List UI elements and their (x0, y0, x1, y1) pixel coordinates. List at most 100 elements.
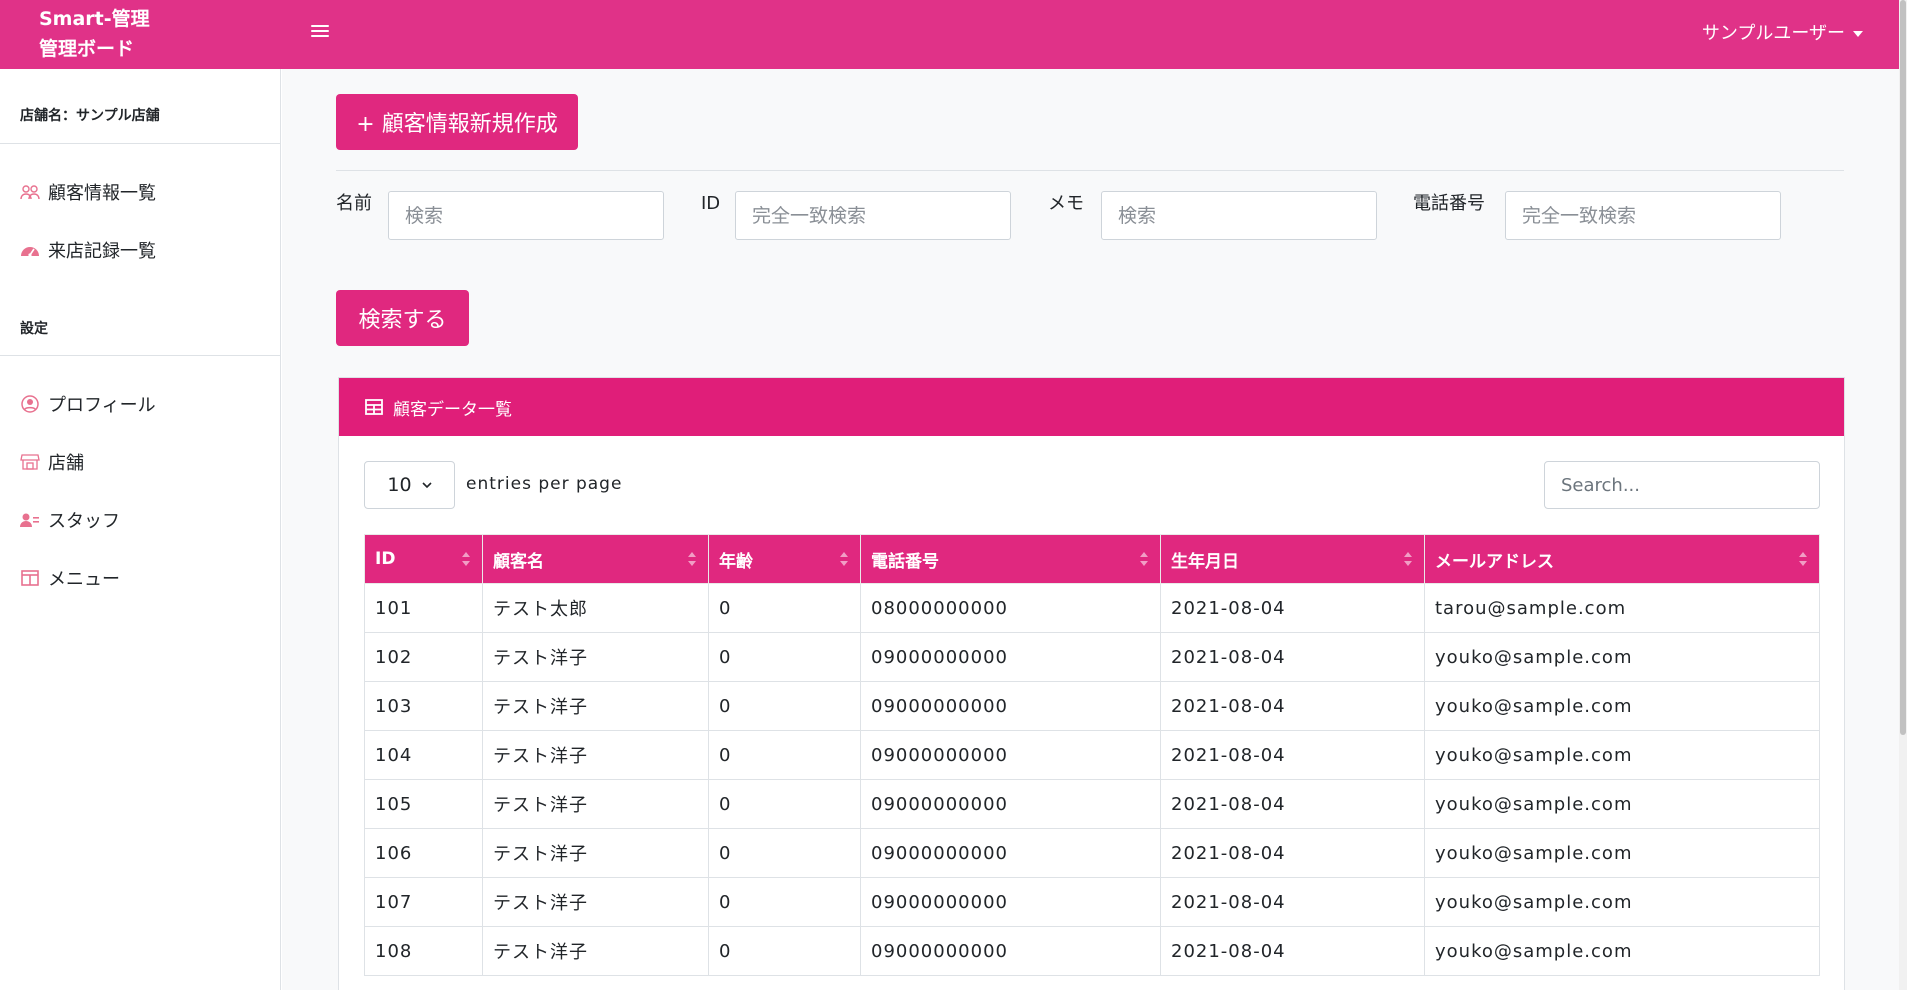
brand-logo[interactable]: Smart-管理 管理ボード (39, 4, 150, 64)
table-cell: 103 (364, 681, 483, 731)
table-icon (365, 399, 383, 415)
table-cell: テスト洋子 (482, 926, 709, 976)
main-content: + 顧客情報新規作成 名前 ID メモ 電話番号 検索する 顧客データ一覧 10… (282, 69, 1899, 990)
sidebar-item-staff[interactable]: スタッフ (20, 505, 120, 535)
gauge-icon (20, 240, 40, 260)
table-cell: youko@sample.com (1424, 681, 1820, 731)
search-button[interactable]: 検索する (336, 290, 469, 346)
table-row[interactable]: 102 テスト洋子 0 09000000000 2021-08-04 youko@samp… (364, 632, 1820, 682)
per-page-value: 10 (387, 474, 412, 496)
table-row[interactable]: 103 テスト洋子 0 09000000000 2021-08-04 youko@samp… (364, 681, 1820, 731)
sidebar-item-label: 店舗 (48, 453, 84, 474)
sort-icon (688, 552, 696, 568)
table-search-input[interactable] (1544, 461, 1820, 509)
table-cell: youko@sample.com (1424, 877, 1820, 927)
table-cell: テスト太郎 (482, 583, 709, 633)
sort-icon (462, 552, 470, 568)
sidebar-item-visits[interactable]: 来店記録一覧 (20, 235, 156, 265)
table-cell: テスト洋子 (482, 779, 709, 829)
table-cell: 0 (708, 730, 861, 780)
table-cell: 0 (708, 583, 861, 633)
table-row[interactable]: 105 テスト洋子 0 09000000000 2021-08-04 youko@samp… (364, 779, 1820, 829)
table-cell: 09000000000 (860, 632, 1161, 682)
column-header-name[interactable]: 顧客名 (482, 534, 709, 584)
table-cell: 09000000000 (860, 877, 1161, 927)
column-label: 顧客名 (493, 551, 544, 572)
table-cell: 2021-08-04 (1160, 730, 1425, 780)
column-header-id[interactable]: ID (364, 534, 483, 584)
table-cell: 09000000000 (860, 779, 1161, 829)
id-search-input[interactable] (735, 191, 1011, 240)
users-icon (20, 182, 40, 202)
app-root: Smart-管理 管理ボード サンプルユーザー 店舗名：サンプル店舗 顧客情報一… (0, 0, 1907, 990)
sidebar-item-customers[interactable]: 顧客情報一覧 (20, 177, 156, 207)
vertical-scrollbar[interactable] (1899, 0, 1907, 990)
top-navbar: Smart-管理 管理ボード サンプルユーザー (0, 0, 1899, 69)
sidebar-item-label: スタッフ (48, 511, 120, 532)
create-customer-button[interactable]: + 顧客情報新規作成 (336, 94, 578, 150)
column-header-phone[interactable]: 電話番号 (860, 534, 1161, 584)
table-cell: 101 (364, 583, 483, 633)
table-cell: youko@sample.com (1424, 730, 1820, 780)
table-row[interactable]: 108 テスト洋子 0 09000000000 2021-08-04 youko@samp… (364, 926, 1820, 976)
customer-table-card: 顧客データ一覧 10 entries per page ID 顧客名 年齢 電話… (338, 377, 1845, 990)
column-header-birthday[interactable]: 生年月日 (1160, 534, 1425, 584)
table-cell: 09000000000 (860, 828, 1161, 878)
user-name: サンプルユーザー (1701, 23, 1845, 44)
table-cell: 2021-08-04 (1160, 877, 1425, 927)
name-search-input[interactable] (388, 191, 664, 240)
table-cell: youko@sample.com (1424, 632, 1820, 682)
sidebar-divider (0, 355, 280, 356)
user-dropdown[interactable]: サンプルユーザー (1702, 20, 1863, 48)
sort-icon (1799, 552, 1807, 568)
table-cell: テスト洋子 (482, 632, 709, 682)
sidebar-item-label: 来店記録一覧 (48, 241, 156, 262)
column-header-email[interactable]: メールアドレス (1424, 534, 1820, 584)
table-cell: 102 (364, 632, 483, 682)
column-label: 電話番号 (871, 551, 939, 572)
staff-icon (20, 510, 40, 530)
table-cell: 0 (708, 632, 861, 682)
card-title: 顧客データ一覧 (393, 399, 512, 420)
settings-section-label: 設定 (20, 321, 48, 337)
per-page-select[interactable]: 10 (364, 461, 455, 509)
sidebar: 店舗名：サンプル店舗 顧客情報一覧 来店記録一覧 設定 プロフィール 店舗 スタ… (0, 69, 281, 990)
caret-down-icon (1853, 31, 1863, 37)
table-cell: 09000000000 (860, 681, 1161, 731)
column-label: メールアドレス (1435, 551, 1554, 572)
memo-search-input[interactable] (1101, 191, 1377, 240)
table-cell: 09000000000 (860, 730, 1161, 780)
table-cell: テスト洋子 (482, 730, 709, 780)
column-label: 年齢 (719, 551, 753, 572)
table-cell: 108 (364, 926, 483, 976)
table-cell: 0 (708, 877, 861, 927)
table-cell: 0 (708, 779, 861, 829)
table-cell: テスト洋子 (482, 681, 709, 731)
sidebar-item-label: 顧客情報一覧 (48, 183, 156, 204)
memo-filter-label: メモ (1048, 193, 1084, 214)
user-circle-icon (20, 394, 40, 414)
table-cell: 2021-08-04 (1160, 681, 1425, 731)
sidebar-item-store[interactable]: 店舗 (20, 447, 84, 477)
sidebar-item-profile[interactable]: プロフィール (20, 389, 156, 419)
name-filter-label: 名前 (336, 193, 372, 214)
scrollbar-thumb[interactable] (1900, 0, 1906, 735)
sidebar-item-label: メニュー (48, 569, 120, 590)
table-row[interactable]: 106 テスト洋子 0 09000000000 2021-08-04 youko@samp… (364, 828, 1820, 878)
column-header-age[interactable]: 年齢 (708, 534, 861, 584)
sidebar-item-menu[interactable]: メニュー (20, 563, 120, 593)
table-row[interactable]: 101 テスト太郎 0 08000000000 2021-08-04 tarou@samp… (364, 583, 1820, 633)
sidebar-divider (0, 143, 280, 144)
phone-search-input[interactable] (1505, 191, 1781, 240)
table-cell: 2021-08-04 (1160, 632, 1425, 682)
table-header-row: ID 顧客名 年齢 電話番号 生年月日 メールアドレス (364, 534, 1820, 584)
store-icon (20, 452, 40, 472)
phone-filter-label: 電話番号 (1413, 193, 1485, 214)
table-row[interactable]: 107 テスト洋子 0 09000000000 2021-08-04 youko@samp… (364, 877, 1820, 927)
hamburger-menu-icon[interactable] (311, 22, 329, 40)
table-cell: tarou@sample.com (1424, 583, 1820, 633)
sort-icon (1404, 552, 1412, 568)
table-row[interactable]: 104 テスト洋子 0 09000000000 2021-08-04 youko@samp… (364, 730, 1820, 780)
brand-line-1: Smart-管理 (39, 8, 150, 30)
table-cell: テスト洋子 (482, 877, 709, 927)
